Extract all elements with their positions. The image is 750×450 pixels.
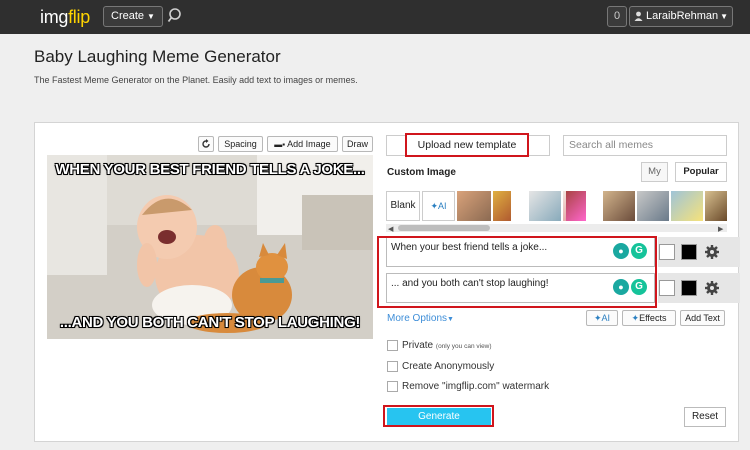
- anonymous-label: Create Anonymously: [402, 361, 495, 373]
- user-menu-button[interactable]: LaraibRehman ▼: [629, 6, 733, 27]
- custom-image-label: Custom Image: [387, 167, 456, 178]
- tab-my[interactable]: My: [641, 162, 668, 182]
- scroll-right-arrow-icon[interactable]: ▶: [718, 225, 723, 233]
- template-thumb[interactable]: [637, 191, 669, 221]
- more-options-label: More Options: [387, 313, 448, 324]
- imgflip-logo[interactable]: imgflip: [40, 7, 90, 28]
- user-icon: [634, 11, 643, 22]
- create-menu-button[interactable]: Create ▼: [103, 6, 163, 27]
- sparkle-icon: ✦: [593, 313, 602, 323]
- watermark-checkbox[interactable]: [387, 381, 398, 392]
- image-icon: ▬▪: [274, 140, 286, 149]
- text-boxes-highlight: [377, 236, 657, 308]
- reset-button[interactable]: Reset: [684, 407, 726, 427]
- add-text-button[interactable]: Add Text: [680, 310, 725, 326]
- page-subtitle: The Fastest Meme Generator on the Planet…: [34, 75, 358, 85]
- private-note: (only you can view): [435, 343, 492, 351]
- watermark-label: Remove "imgflip.com" watermark: [402, 381, 550, 393]
- add-image-button[interactable]: ▬▪ Add Image: [267, 136, 338, 152]
- add-image-label: Add Image: [287, 139, 331, 149]
- rotate-button[interactable]: [198, 136, 214, 152]
- draw-button[interactable]: Draw: [342, 136, 373, 152]
- private-checkbox[interactable]: [387, 340, 398, 351]
- tab-popular[interactable]: Popular: [675, 162, 727, 182]
- text-color-swatch[interactable]: [659, 244, 675, 260]
- watermark-option[interactable]: Remove "imgflip.com" watermark: [387, 381, 549, 392]
- upload-template-button[interactable]: Upload new template: [405, 133, 529, 157]
- rotate-icon: [202, 139, 210, 148]
- anonymous-option[interactable]: Create Anonymously: [387, 361, 494, 372]
- template-thumb[interactable]: [566, 191, 586, 221]
- text-color-swatch[interactable]: [659, 280, 675, 296]
- blank-template[interactable]: Blank: [386, 191, 420, 221]
- private-option[interactable]: Private (only you can view): [387, 340, 492, 351]
- meme-bottom-text: ...AND YOU BOTH CAN'T STOP LAUGHING!: [59, 314, 361, 331]
- generate-button[interactable]: Generate: [387, 408, 491, 425]
- anonymous-checkbox[interactable]: [387, 361, 398, 372]
- template-thumb[interactable]: [671, 191, 703, 221]
- gear-icon[interactable]: [704, 280, 720, 296]
- scroll-left-arrow-icon[interactable]: ◀: [388, 225, 393, 233]
- logo-flip-part: flip: [68, 7, 90, 27]
- top-nav: imgflip Create ▼ 0 LaraibRehman ▼: [0, 0, 750, 34]
- ai-template-button[interactable]: ✦AI: [422, 191, 455, 221]
- outline-color-swatch[interactable]: [681, 280, 697, 296]
- outline-color-swatch[interactable]: [681, 244, 697, 260]
- ai-label: AI: [438, 201, 447, 211]
- effects-label: Effects: [639, 313, 667, 323]
- template-thumbnail-strip[interactable]: Blank ✦AI: [386, 188, 727, 224]
- template-thumb[interactable]: [493, 191, 511, 221]
- page-title: Baby Laughing Meme Generator: [34, 47, 281, 66]
- username: LaraibRehman: [646, 10, 719, 22]
- gear-icon[interactable]: [704, 244, 720, 260]
- create-label: Create: [111, 10, 145, 22]
- template-thumb[interactable]: [603, 191, 635, 221]
- chevron-down-icon: ▼: [447, 316, 454, 323]
- sparkle-icon: ✦: [430, 201, 439, 211]
- private-label: Private: [402, 340, 434, 352]
- spacing-button[interactable]: Spacing: [218, 136, 263, 152]
- meme-preview-image[interactable]: WHEN YOUR BEST FRIEND TELLS A JOKE... ..…: [47, 155, 373, 339]
- ai-button-label: AI: [601, 313, 611, 323]
- scrollbar-thumb[interactable]: [398, 225, 490, 231]
- sparkle-icon: ✦: [631, 313, 640, 323]
- logo-img-part: img: [40, 7, 69, 27]
- effects-button[interactable]: ✦Effects: [622, 310, 676, 326]
- search-memes-input[interactable]: Search all memes: [563, 135, 727, 156]
- search-icon[interactable]: [167, 7, 185, 25]
- notification-count-button[interactable]: 0: [607, 6, 627, 27]
- more-options-link[interactable]: More Options▼: [387, 313, 454, 324]
- ai-button[interactable]: ✦AI: [586, 310, 618, 326]
- baby-laughing-photo: [47, 155, 373, 339]
- template-thumb[interactable]: [705, 191, 727, 221]
- template-thumb[interactable]: [457, 191, 491, 221]
- chevron-down-icon: ▼: [720, 12, 729, 21]
- chevron-down-icon: ▼: [147, 12, 155, 21]
- meme-top-text: WHEN YOUR BEST FRIEND TELLS A JOKE...: [55, 161, 365, 178]
- template-thumb[interactable]: [529, 191, 561, 221]
